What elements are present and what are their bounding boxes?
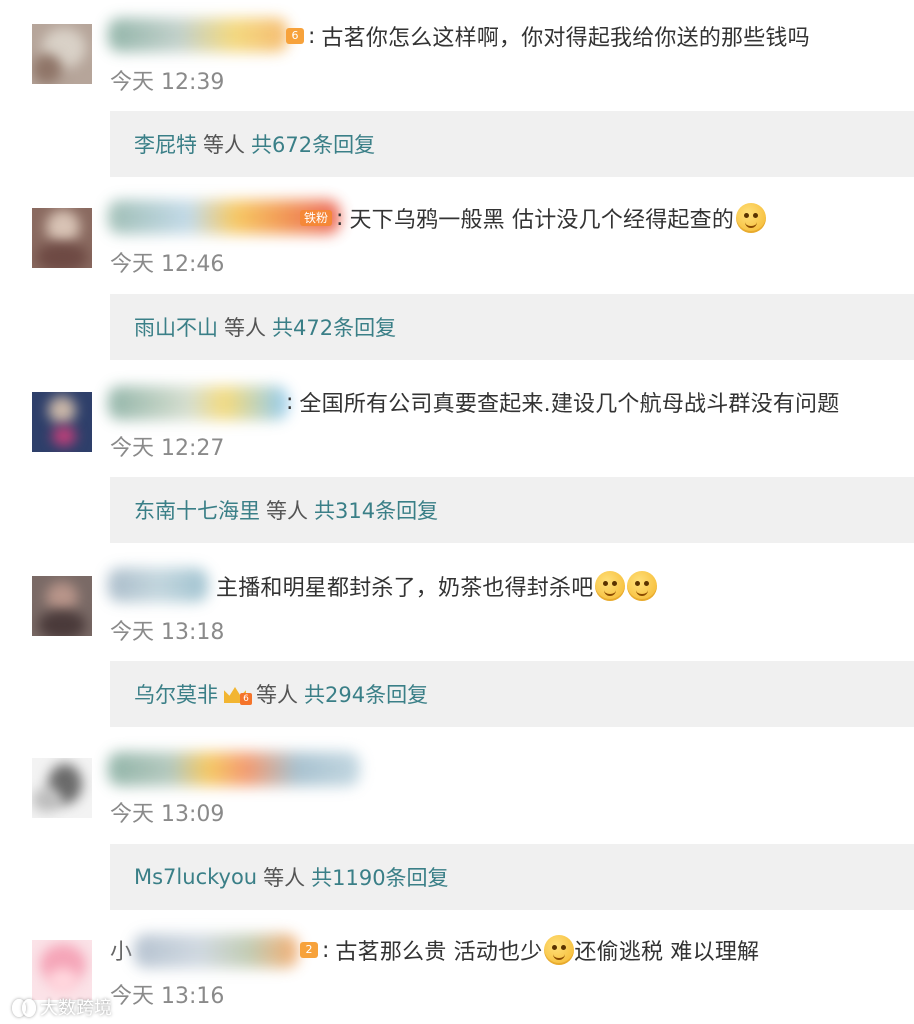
- reply-summary[interactable]: 乌尔莫非 6 等人 共294条回复: [110, 661, 914, 727]
- reply-summary[interactable]: 雨山不山 等人 共472条回复: [110, 294, 914, 360]
- avatar[interactable]: [32, 208, 92, 268]
- comment-time: 今天 13:18: [110, 620, 225, 645]
- comment-text: 古茗那么贵 活动也少: [335, 940, 543, 965]
- comment-text: 主播和明星都封杀了，奶茶也得封杀吧: [216, 576, 594, 601]
- reply-count-link[interactable]: 共672条回复: [251, 129, 375, 159]
- colon: :: [336, 205, 344, 231]
- reply-label: 等人: [203, 133, 245, 157]
- username-blurred[interactable]: [108, 386, 288, 420]
- reply-summary[interactable]: Ms7luckyou 等人 共1190条回复: [110, 844, 914, 910]
- comment-text: 全国所有公司真要查起来.建设几个航母战斗群没有问题: [299, 392, 840, 417]
- reply-count-link[interactable]: 共314条回复: [314, 495, 438, 525]
- fan-level-badge: 6: [286, 28, 304, 44]
- comment-time: 今天 12:46: [110, 252, 225, 277]
- reply-count-link[interactable]: 共294条回复: [304, 679, 428, 709]
- reply-summary[interactable]: 李屁特 等人 共672条回复: [110, 111, 914, 177]
- colon: :: [286, 389, 294, 415]
- username-blurred[interactable]: [108, 18, 288, 52]
- avatar[interactable]: [32, 392, 92, 452]
- avatar[interactable]: [32, 576, 92, 636]
- comment-time: 今天 13:09: [110, 802, 225, 827]
- username-blurred[interactable]: [108, 568, 208, 602]
- watermark-text: 大数跨境: [40, 998, 112, 1019]
- username-blurred[interactable]: [134, 934, 298, 968]
- comment-time: 今天 13:16: [110, 984, 225, 1009]
- logo-icon: [10, 997, 36, 1017]
- reply-author-link[interactable]: 雨山不山: [134, 312, 218, 342]
- comment-time: 今天 12:27: [110, 436, 225, 461]
- crown-badge-icon: 6: [224, 683, 252, 705]
- reply-author-link[interactable]: 东南十七海里: [134, 495, 260, 525]
- reply-label: 等人: [224, 316, 266, 340]
- reply-count-link[interactable]: 共472条回复: [272, 312, 396, 342]
- username-prefix[interactable]: 小: [110, 934, 132, 966]
- colon: :: [322, 937, 330, 963]
- comment-text-continued: 还偷逃税 难以理解: [574, 940, 760, 965]
- username-blurred[interactable]: [108, 752, 360, 786]
- reply-label: 等人: [263, 866, 306, 890]
- sleepy-emoji-icon: [544, 935, 575, 965]
- reply-label: 等人: [266, 499, 308, 523]
- reply-count-link[interactable]: 共1190条回复: [311, 862, 448, 892]
- reply-label: 等人: [256, 683, 298, 707]
- comment-text: 古茗你怎么这样啊，你对得起我给你送的那些钱吗: [321, 26, 810, 51]
- fan-badge: 铁粉: [300, 210, 333, 226]
- avatar[interactable]: [32, 758, 92, 818]
- watermark: 大数跨境: [10, 994, 112, 1020]
- avatar[interactable]: [32, 940, 92, 1000]
- avatar[interactable]: [32, 24, 92, 84]
- colon: :: [308, 23, 316, 49]
- reply-summary[interactable]: 东南十七海里 等人 共314条回复: [110, 477, 914, 543]
- reply-author-link[interactable]: 乌尔莫非: [134, 679, 218, 709]
- reply-author-link[interactable]: 李屁特: [134, 129, 197, 159]
- reply-author-link[interactable]: Ms7luckyou: [134, 865, 257, 889]
- comment-text: 天下乌鸦一般黑 估计没几个经得起查的: [349, 208, 735, 233]
- doge-emoji-icon: [627, 571, 658, 601]
- doge-emoji-icon: [595, 571, 626, 601]
- fan-level-badge: 2: [300, 942, 318, 958]
- comment-time: 今天 12:39: [110, 70, 225, 95]
- smile-emoji-icon: [736, 203, 767, 233]
